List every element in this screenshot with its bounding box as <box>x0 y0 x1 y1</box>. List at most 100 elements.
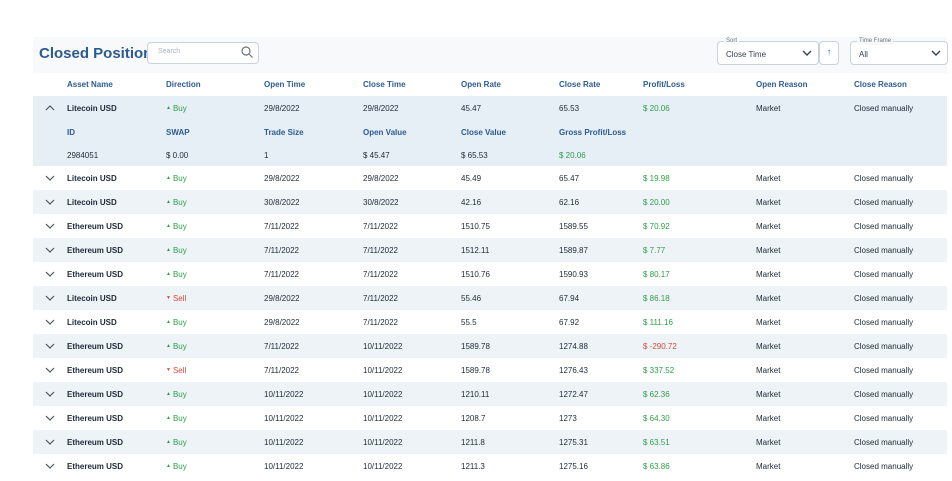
cell-direction: ▼ Sell <box>166 358 186 382</box>
arrow-up-icon: ▲ <box>166 175 171 181</box>
table-row[interactable]: Ethereum USD ▲ Buy 7/11/2022 7/11/2022 1510.7… <box>33 214 947 238</box>
cell-close-reason: Closed manually <box>854 197 914 207</box>
cell-close-rate: 1274.88 <box>559 341 588 351</box>
arrow-up-icon: ▲ <box>166 319 171 325</box>
chevron-down-icon[interactable] <box>45 317 55 327</box>
cell-open-rate: 1208.7 <box>461 413 486 423</box>
cell-asset-name: Ethereum USD <box>67 221 124 231</box>
cell-close-rate: 1589.87 <box>559 245 588 255</box>
cell-close-reason: Closed manually <box>854 437 914 447</box>
cell-asset-name: Ethereum USD <box>67 341 124 351</box>
cell-open-rate: 45.47 <box>461 103 482 113</box>
arrow-down-icon: ▼ <box>166 295 171 301</box>
cell-open-time: 7/11/2022 <box>264 365 299 375</box>
column-header-close-rate[interactable]: Close Rate <box>559 73 600 96</box>
cell-asset-name: Litecoin USD <box>67 173 117 183</box>
chevron-down-icon[interactable] <box>45 365 55 375</box>
cell-profit-loss: $ 111.16 <box>643 317 673 327</box>
column-header-direction[interactable]: Direction <box>166 73 201 96</box>
cell-open-reason: Market <box>756 413 781 423</box>
column-header-asset[interactable]: Asset Name <box>67 73 113 96</box>
table-row[interactable]: Ethereum USD ▲ Buy 7/11/2022 7/11/2022 1512.1… <box>33 238 947 262</box>
table-header-row: Asset Name Direction Open Time Close Tim… <box>33 73 947 96</box>
cell-direction: ▲ Buy <box>166 382 187 406</box>
chevron-up-icon[interactable] <box>45 103 55 113</box>
column-header-open-rate[interactable]: Open Rate <box>461 73 501 96</box>
table-row[interactable]: Ethereum USD ▲ Buy 10/11/2022 10/11/2022 1208… <box>33 406 947 430</box>
column-header-open-time[interactable]: Open Time <box>264 73 305 96</box>
chevron-down-icon[interactable] <box>45 437 55 447</box>
cell-close-reason: Closed manually <box>854 245 914 255</box>
cell-profit-loss: $ 64.30 <box>643 413 670 423</box>
sort-direction-button[interactable]: ↑ <box>819 41 839 65</box>
chevron-down-icon[interactable] <box>45 293 55 303</box>
chevron-down-icon[interactable] <box>45 413 55 423</box>
detail-header-row: ID SWAP Trade Size Open Value Close Value Gro… <box>33 120 947 144</box>
time-frame-select[interactable]: Time Frame All <box>850 38 948 65</box>
table-row[interactable]: Litecoin USD ▲ Buy 29/8/2022 7/11/2022 55.5 67… <box>33 310 947 334</box>
detail-header: Gross Profit/Loss <box>559 127 627 137</box>
detail-header: Open Value <box>363 127 407 137</box>
cell-asset-name: Ethereum USD <box>67 389 124 399</box>
cell-open-reason: Market <box>756 461 781 471</box>
direction-label: Buy <box>172 269 187 279</box>
cell-open-reason: Market <box>756 197 781 207</box>
search-input[interactable]: Search <box>147 42 259 64</box>
cell-open-rate: 55.5 <box>461 317 477 327</box>
cell-open-rate: 45.49 <box>461 173 482 183</box>
table-row[interactable]: Ethereum USD ▲ Buy 10/11/2022 10/11/2022 1211… <box>33 454 947 478</box>
chevron-down-icon <box>931 50 941 56</box>
cell-open-reason: Market <box>756 269 781 279</box>
column-header-close-time[interactable]: Close Time <box>363 73 406 96</box>
column-header-open-reason[interactable]: Open Reason <box>756 73 808 96</box>
cell-profit-loss: $ 62.36 <box>643 389 670 399</box>
column-header-profit-loss[interactable]: Profit/Loss <box>643 73 685 96</box>
table-row[interactable]: Litecoin USD ▲ Buy 29/8/2022 29/8/2022 45.49 6… <box>33 166 947 190</box>
cell-profit-loss: $ 20.06 <box>643 103 670 113</box>
chevron-down-icon[interactable] <box>45 461 55 471</box>
detail-value: $ 45.47 <box>363 150 390 160</box>
cell-close-rate: 1589.55 <box>559 221 588 231</box>
table-row[interactable]: Ethereum USD ▲ Buy 10/11/2022 10/11/2022 1210… <box>33 382 947 406</box>
sort-select[interactable]: Sort Close Time <box>717 38 819 65</box>
chevron-down-icon[interactable] <box>45 221 55 231</box>
chevron-down-icon[interactable] <box>45 245 55 255</box>
column-header-close-reason[interactable]: Close Reason <box>854 73 907 96</box>
cell-open-time: 7/11/2022 <box>264 221 299 231</box>
cell-close-reason: Closed manually <box>854 461 914 471</box>
time-frame-value: All <box>859 50 868 59</box>
cell-open-reason: Market <box>756 245 781 255</box>
cell-open-time: 10/11/2022 <box>264 413 304 423</box>
search-icon[interactable] <box>240 45 254 59</box>
cell-open-reason: Market <box>756 365 781 375</box>
chevron-down-icon[interactable] <box>45 197 55 207</box>
cell-open-time: 29/8/2022 <box>264 103 300 113</box>
direction-label: Buy <box>172 197 187 207</box>
chevron-down-icon[interactable] <box>45 269 55 279</box>
table-row[interactable]: Litecoin USD ▼ Sell 29/8/2022 7/11/2022 55.46… <box>33 286 947 310</box>
chevron-down-icon[interactable] <box>45 173 55 183</box>
cell-direction: ▲ Buy <box>166 96 187 120</box>
chevron-down-icon[interactable] <box>45 341 55 351</box>
cell-close-rate: 67.92 <box>559 317 580 327</box>
table-row[interactable]: Ethereum USD ▼ Sell 7/11/2022 10/11/2022 1589… <box>33 358 947 382</box>
sort-label: Sort <box>724 38 740 45</box>
panel-header: Closed Positions Search Sort Close Time … <box>33 37 948 71</box>
chevron-down-icon[interactable] <box>45 389 55 399</box>
table-row[interactable]: Litecoin USD ▲ Buy 30/8/2022 30/8/2022 42.16 6… <box>33 190 947 214</box>
table-row[interactable]: Ethereum USD ▲ Buy 7/11/2022 10/11/2022 1589.… <box>33 334 947 358</box>
search-placeholder: Search <box>158 48 181 55</box>
chevron-down-icon <box>802 50 812 56</box>
cell-close-rate: 65.47 <box>559 173 580 183</box>
table-row[interactable]: Ethereum USD ▲ Buy 7/11/2022 7/11/2022 1510.7… <box>33 262 947 286</box>
arrow-up-icon: ▲ <box>166 343 171 349</box>
direction-label: Buy <box>172 461 187 471</box>
direction-label: Sell <box>172 293 187 303</box>
detail-value: 1 <box>264 150 269 160</box>
cell-close-reason: Closed manually <box>854 413 914 423</box>
cell-open-rate: 1512.11 <box>461 245 490 255</box>
cell-open-reason: Market <box>756 389 781 399</box>
arrow-up-icon: ▲ <box>166 247 171 253</box>
table-row[interactable]: Litecoin USD ▲ Buy 29/8/2022 29/8/2022 45.47 6… <box>33 96 947 120</box>
table-row[interactable]: Ethereum USD ▲ Buy 10/11/2022 10/11/2022 1211… <box>33 430 947 454</box>
